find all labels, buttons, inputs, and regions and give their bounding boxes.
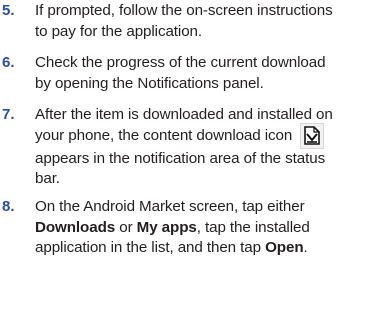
step-line: Check the progress of the current downlo… [35,54,326,71]
step-line-head: application in the list, and then tap [35,239,266,257]
step-line-with-icon: your phone, the content download icon [35,122,375,149]
step-number: 5. [2,2,15,19]
my-apps-label: My apps [136,218,197,236]
step-line: On the Android Market screen, tap either [35,198,305,215]
step-line-tail: , tap the installed [196,218,310,236]
step-line: appears in the notification area of the … [35,149,326,167]
step-text: On the Android Market screen, tap either… [35,197,375,259]
step-line: If prompted, follow the on-screen instru… [35,2,333,19]
period-text: . [303,239,308,257]
downloads-label: Downloads [35,218,116,236]
step-line-text: your phone, the content download icon [35,126,293,144]
step-line: by opening the Notifications panel. [35,74,264,92]
instruction-document: 5. If prompted, follow the on-screen ins… [0,0,375,311]
step-text: After the item is downloaded and install… [35,105,375,190]
step-line: to pay for the application. [35,22,203,40]
or-text: or [115,218,137,236]
step-number: 6. [2,54,15,71]
step-line: application in the list, and then tap Op… [35,238,375,259]
open-label: Open [265,239,304,257]
step-text: Check the progress of the current downlo… [35,53,375,94]
step-number: 7. [2,106,15,123]
step-text: If prompted, follow the on-screen instru… [35,1,375,42]
step-line: Downloads or My apps, tap the installed [35,218,375,239]
step-line: bar. [35,170,60,188]
step-number: 8. [2,198,15,215]
download-complete-icon [300,122,325,149]
